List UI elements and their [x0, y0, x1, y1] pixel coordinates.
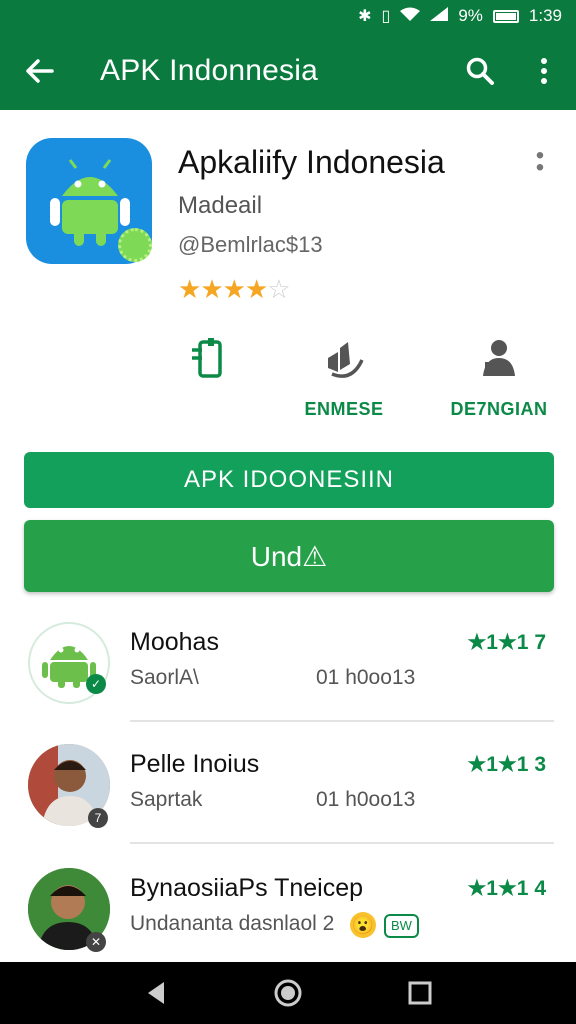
badge-icon [118, 228, 152, 262]
home-circle-icon [274, 979, 302, 1007]
nav-recents-button[interactable] [400, 973, 440, 1013]
search-icon [466, 57, 494, 85]
clock: 1:39 [528, 6, 562, 25]
developer-name[interactable]: Madeail [178, 192, 262, 220]
app-header: Apkaliify Indonesia Madeail @Bemlrlac$13… [0, 110, 576, 450]
status-bar: ✱ ▯ 9% 1:39 [0, 0, 576, 32]
star-icon: ★ [200, 274, 223, 304]
quick-actions: ENMESE DE7NGIAN [0, 336, 576, 426]
divider [130, 842, 554, 844]
review-item[interactable]: ✕ BynaosiiaPs Tneicep Undananta dasnlaol… [0, 852, 576, 972]
square-recents-icon [408, 981, 432, 1005]
nav-back-button[interactable] [136, 973, 176, 1013]
action-phone[interactable] [182, 336, 234, 385]
reviewer-name: BynaosiiaPs Tneicep [130, 874, 364, 902]
reviewer-name: Pelle Inoius [130, 750, 260, 778]
action-enmese[interactable]: ENMESE [290, 336, 398, 420]
review-meta: Undananta dasnlaol 2 [130, 912, 335, 935]
review-rating: ★1★1 7 [467, 631, 546, 654]
bluetooth-icon: ✱ [358, 8, 372, 25]
page-title: APK Indonnesia [100, 54, 318, 87]
battery-percent: 9% [458, 6, 483, 25]
review-rating: ★1★1 4 [467, 877, 546, 900]
review-date: 01 h0oo13 [316, 788, 416, 811]
app-name: Apkaliify Indonesia [178, 144, 445, 180]
wifi-icon [400, 7, 421, 26]
rating-stars: ★★★★☆ [178, 274, 291, 305]
phone-icon [192, 338, 222, 378]
person-icon [483, 340, 515, 376]
reviewer-name: Moohas [130, 628, 219, 656]
star-empty-icon: ☆ [267, 274, 290, 304]
verified-icon: ✓ [86, 674, 106, 694]
review-item[interactable]: ✓ Moohas SaorlA\ 01 h0oo13 ★1★1 7 [0, 606, 576, 726]
review-rating: ★1★1 3 [467, 753, 546, 776]
tag-badge: BW [384, 914, 419, 938]
hand-icon [328, 342, 364, 378]
primary-button[interactable]: APK IDOONESIIN [24, 452, 554, 508]
emoji-icon: 😮 [350, 912, 376, 938]
app-icon [26, 138, 152, 264]
app-overflow-button[interactable]: • • [530, 144, 550, 180]
vibrate-icon: ▯ [381, 8, 391, 25]
review-date: 01 h0oo13 [316, 666, 416, 689]
action-label: ENMESE [304, 399, 384, 419]
review-item[interactable]: 7 Pelle Inoius Saprtak 01 h0oo13 ★1★1 3 [0, 728, 576, 848]
more-vert-icon [541, 58, 547, 84]
arrow-back-icon [26, 59, 54, 83]
signal-icon [430, 6, 449, 26]
developer-handle: @Bemlrlac$13 [178, 232, 323, 257]
overflow-menu-button[interactable] [512, 32, 576, 110]
search-button[interactable] [448, 32, 512, 110]
badge-icon: ✕ [86, 932, 106, 952]
nav-home-button[interactable] [268, 973, 308, 1013]
battery-icon [492, 9, 519, 23]
review-meta: SaorlA\ [130, 666, 199, 689]
star-icon: ★ [178, 274, 201, 304]
review-meta: Saprtak [130, 788, 203, 811]
app-bar: APK Indonnesia [0, 32, 576, 110]
action-de7ngian[interactable]: DE7NGIAN [442, 336, 556, 420]
badge-icon: 7 [88, 808, 108, 828]
divider [130, 720, 554, 722]
navigation-bar [0, 962, 576, 1024]
triangle-back-icon [148, 982, 164, 1004]
install-button[interactable]: Und⚠ [24, 520, 554, 592]
star-icon: ★ [244, 274, 268, 304]
star-icon: ★ [222, 274, 246, 304]
action-label: DE7NGIAN [450, 399, 548, 419]
back-button[interactable] [0, 32, 80, 110]
